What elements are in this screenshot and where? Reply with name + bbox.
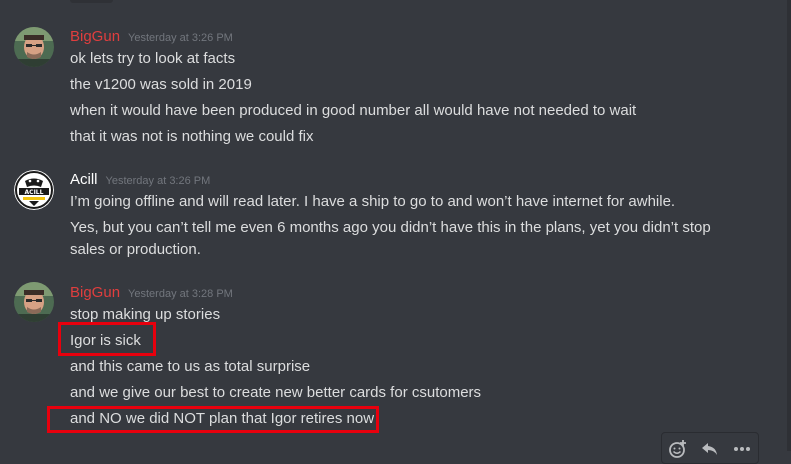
- message-header: BigGun Yesterday at 3:28 PM: [70, 283, 233, 303]
- person-avatar-icon: [14, 27, 54, 67]
- message-timestamp: Yesterday at 3:26 PM: [128, 32, 233, 44]
- avatar-logo-text: ACILL: [25, 189, 44, 196]
- avatar[interactable]: [14, 27, 54, 67]
- message-header: BigGun Yesterday at 3:26 PM: [70, 27, 233, 47]
- highlight-box: [58, 322, 156, 356]
- message-text: I’m going offline and will read later. I…: [70, 193, 676, 210]
- message-text: that it was not is nothing we could fix: [70, 128, 314, 145]
- author-name[interactable]: BigGun: [70, 283, 120, 303]
- message-text: when it would have been produced in good…: [70, 102, 637, 119]
- author-name[interactable]: Acill: [70, 170, 98, 190]
- person-avatar-icon: [14, 282, 54, 322]
- previous-message-action-bar: [70, 0, 113, 3]
- message-text: the v1200 was sold in 2019: [70, 76, 252, 93]
- reply-icon[interactable]: [699, 439, 721, 459]
- message-action-bar: [661, 432, 759, 464]
- chat-messages: BigGun Yesterday at 3:26 PM ok lets try …: [0, 0, 791, 464]
- message-text: ok lets try to look at facts: [70, 50, 236, 67]
- avatar[interactable]: ACILL: [14, 170, 54, 210]
- gamepad-logo-icon: ACILL: [14, 170, 54, 210]
- author-name[interactable]: BigGun: [70, 27, 120, 47]
- message-header: Acill Yesterday at 3:26 PM: [70, 170, 210, 190]
- message-text: Yes, but you can’t tell me even 6 months…: [70, 219, 711, 258]
- highlight-box: [47, 406, 379, 433]
- message-timestamp: Yesterday at 3:26 PM: [105, 175, 211, 187]
- add-reaction-icon[interactable]: [667, 439, 689, 459]
- scrollbar-track[interactable]: [787, 0, 791, 451]
- avatar[interactable]: [14, 282, 54, 322]
- message-text: and we give our best to create new bette…: [70, 384, 482, 401]
- message-text: and this came to us as total surprise: [70, 358, 311, 375]
- more-options-icon[interactable]: [731, 439, 753, 459]
- message-timestamp: Yesterday at 3:28 PM: [128, 288, 233, 300]
